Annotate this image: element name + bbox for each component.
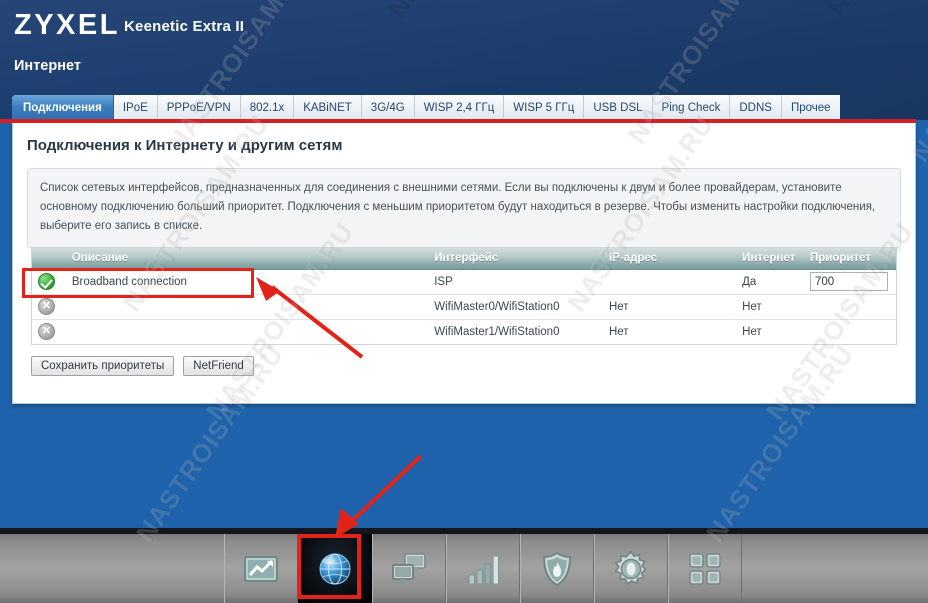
priority-input[interactable]	[810, 272, 889, 291]
firewall-shield-icon	[537, 549, 577, 589]
netfriend-button[interactable]: NetFriend	[183, 356, 254, 376]
row-priority-cell	[804, 269, 896, 295]
row-interface: WifiMaster1/WifiStation0	[434, 325, 560, 338]
annotation-arrow-to-taskbar-icon	[335, 454, 423, 538]
panel-heading: Подключения к Интернету и другим сетям	[27, 137, 343, 154]
system-gear-icon	[611, 549, 651, 589]
connections-table: Описание Интерфейс IP-адрес Интернет При…	[32, 248, 896, 344]
taskbar-item-system-gear[interactable]	[594, 534, 668, 603]
table-row[interactable]: Broadband connection ISP Да	[32, 269, 896, 295]
home-network-icon	[389, 549, 429, 589]
bottom-taskbar	[0, 528, 928, 603]
row-internet: Да	[736, 269, 805, 295]
row-description	[65, 294, 429, 320]
row-internet: Нет	[742, 325, 762, 338]
info-description: Список сетевых интерфейсов, предназначен…	[27, 168, 901, 248]
col-priority: Приоритет	[804, 248, 896, 270]
tab-ddns[interactable]: DDNS	[730, 95, 782, 120]
col-ip-address: IP-адрес	[602, 248, 737, 270]
tab-802-1x[interactable]: 802.1x	[240, 95, 295, 120]
zyxel-logo: ZYXEL	[14, 9, 120, 41]
col-description: Описание	[65, 248, 429, 270]
row-status-cell: ✕	[32, 294, 66, 320]
tab-ipoe[interactable]: IPoE	[113, 95, 158, 120]
router-model-label: Keenetic Extra II	[124, 18, 245, 35]
connections-panel: Подключения к Интернету и другим сетям С…	[12, 123, 916, 404]
row-internet: Нет	[736, 294, 805, 320]
row-priority-cell	[804, 294, 896, 320]
row-status-cell: ✕	[32, 319, 66, 344]
table-row[interactable]: ✕ WifiMaster1/WifiStation0 Нет Нет	[32, 319, 896, 344]
col-internet: Интернет	[736, 248, 805, 270]
table-header-row: Описание Интерфейс IP-адрес Интернет При…	[32, 248, 896, 270]
row-interface: ISP	[428, 269, 603, 295]
taskbar-item-applications-grid[interactable]	[668, 534, 742, 603]
tab-прочее[interactable]: Прочее	[781, 95, 840, 120]
table-head: Описание Интерфейс IP-адрес Интернет При…	[32, 248, 896, 270]
tab-usb-dsl[interactable]: USB DSL	[584, 95, 653, 120]
wifi-signal-bars-icon	[463, 549, 503, 589]
taskbar-item-firewall-shield[interactable]	[520, 534, 594, 603]
row-ip-address: Нет	[608, 325, 629, 338]
table-body: Broadband connectionISP Да ✕ WifiMaster0/Wi…	[32, 269, 896, 344]
table-row[interactable]: ✕ WifiMaster0/WifiStation0 Нет Нет	[32, 294, 896, 320]
tab-pppoe-vpn[interactable]: PPPoE/VPN	[157, 95, 241, 120]
row-ip-address: Нет	[602, 294, 737, 320]
taskbar-item-globe-internet[interactable]	[298, 534, 372, 603]
taskbar-item-wifi-signal-bars[interactable]	[446, 534, 520, 603]
col-status	[32, 248, 66, 270]
row-description: Broadband connection	[65, 269, 429, 295]
status-ok-icon	[38, 273, 55, 290]
tab-ping-check[interactable]: Ping Check	[652, 95, 731, 120]
row-status-cell	[32, 269, 66, 295]
col-interface: Интерфейс	[428, 248, 603, 270]
page-title: Интернет	[14, 58, 81, 74]
globe-internet-icon	[315, 549, 355, 589]
row-priority-cell	[804, 319, 896, 344]
tab-подключения[interactable]: Подключения	[12, 95, 114, 120]
row-interface: WifiMaster0/WifiStation0	[428, 294, 603, 320]
row-description	[66, 319, 428, 344]
connections-table-wrapper: Описание Интерфейс IP-адрес Интернет При…	[31, 247, 897, 345]
save-priorities-button[interactable]: Сохранить приоритеты	[31, 356, 175, 376]
tab-wisp-2-4-ггц[interactable]: WISP 2,4 ГГц	[414, 95, 505, 120]
applications-grid-icon	[685, 549, 725, 589]
tab-bar: Подключения IPoE PPPoE/VPN 802.1x KABiNET 3G/…	[12, 95, 840, 120]
tab-wisp-5-ггц[interactable]: WISP 5 ГГц	[504, 95, 585, 120]
row-ip-address	[602, 269, 737, 295]
taskbar-item-home-network[interactable]	[372, 534, 446, 603]
tab-kabinet[interactable]: KABiNET	[294, 95, 362, 120]
panel-button-row: Сохранить приоритеты NetFriend	[31, 356, 254, 376]
monitor-chart-icon	[241, 549, 281, 589]
status-disabled-icon: ✕	[38, 298, 55, 315]
status-disabled-icon: ✕	[38, 323, 55, 341]
tab-3g-4g[interactable]: 3G/4G	[361, 95, 415, 120]
annotation-red-underline	[0, 119, 916, 123]
taskbar-item-monitor-chart[interactable]	[224, 534, 298, 603]
